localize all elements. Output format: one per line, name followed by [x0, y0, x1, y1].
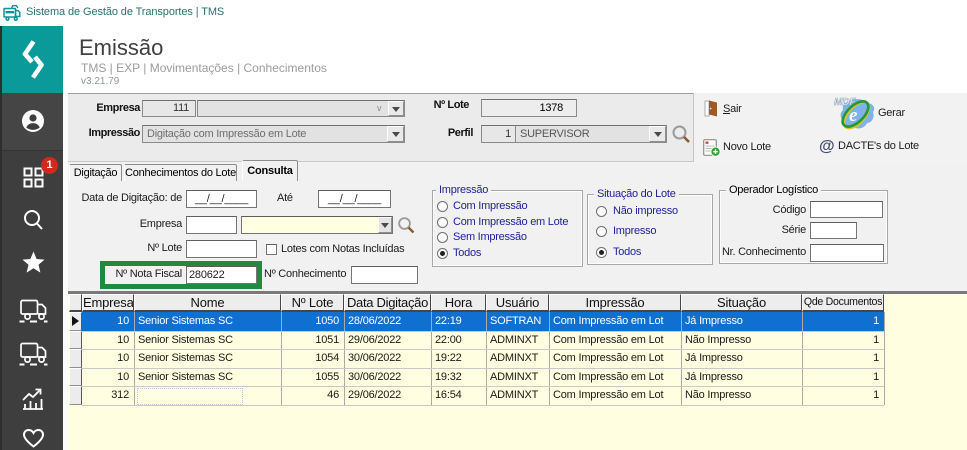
svg-text:MDF: MDF: [834, 97, 857, 108]
svg-text:e: e: [849, 105, 858, 126]
